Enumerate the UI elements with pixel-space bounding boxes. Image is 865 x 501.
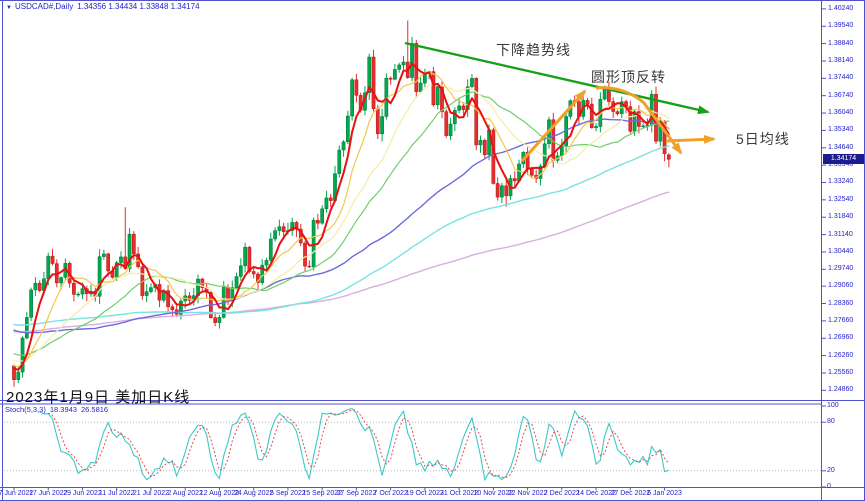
annotation-roundtop-label: 圆形顶反转 [591,67,666,87]
date-axis-label: 5 Sep 2022 [270,490,306,497]
symbol-timeframe-label: USDCAD#,Daily [15,2,73,11]
price-axis-label: 1.29740 [828,265,853,272]
date-axis-label: 21 Jul 2022 [133,490,169,497]
date-axis-label: 17 Jun 2022 [29,490,68,497]
chart-date-note: 2023年1月9日 美加日K线 [6,386,190,407]
price-axis-label: 1.39540 [828,22,853,29]
price-axis-label: 1.38840 [828,40,853,47]
price-axis-label: 1.35340 [828,126,853,133]
annotation-ma5-label: 5日均线 [736,129,790,149]
quote-ohlc-values: 1.34356 1.34434 1.33848 1.34174 [77,2,199,11]
price-axis-label: 1.33240 [828,178,853,185]
current-price-badge: 1.34174 [823,154,864,164]
stoch-scale-label: 20 [827,467,835,474]
price-axis-label: 1.36040 [828,109,853,116]
collapse-triangle-icon[interactable]: ▼ [6,5,12,11]
date-axis-label: 24 Aug 2022 [234,490,273,497]
price-axis-label: 1.27660 [828,317,853,324]
price-axis-label: 1.31140 [828,231,853,238]
price-axis-label: 1.32540 [828,196,853,203]
chart-header-quote: ▼USDCAD#,Daily 1.34356 1.34434 1.33848 1.… [6,2,204,11]
price-axis-label: 1.40240 [828,5,853,12]
price-axis-label: 1.31840 [828,213,853,220]
stoch-scale-label: 80 [827,418,835,425]
date-axis-label: 6 Jan 2023 [647,490,682,497]
date-axis-label: 22 Nov 2022 [508,490,548,497]
price-axis-label: 1.26260 [828,352,853,359]
price-axis-label: 1.24860 [828,386,853,393]
date-axis-label: 27 Sep 2022 [337,490,377,497]
price-axis-label: 1.30440 [828,248,853,255]
price-axis-label: 1.26960 [828,334,853,341]
date-axis-label: 29 Jun 2022 [63,490,102,497]
date-axis-label: 2 Aug 2022 [167,490,202,497]
price-axis-label: 1.36740 [828,92,853,99]
date-axis-label: 31 Oct 2022 [440,490,478,497]
price-axis-label: 1.37440 [828,74,853,81]
date-axis-label: 11 Jul 2022 [99,490,135,497]
mt4-chart-window: ▼USDCAD#,Daily 1.34356 1.34434 1.33848 1.… [0,0,865,501]
date-axis-label: 7 Oct 2022 [374,490,408,497]
date-axis-label: 27 Dec 2022 [610,490,650,497]
annotation-downtrend-label: 下降趋势线 [496,40,571,60]
price-axis-label: 1.28360 [828,300,853,307]
price-axis-label: 1.34640 [828,144,853,151]
price-axis-label: 1.25560 [828,369,853,376]
stoch-scale-label: 100 [827,402,839,409]
main-chart-canvas[interactable] [0,0,865,501]
date-axis-label: 2 Dec 2022 [544,490,580,497]
price-axis-label: 1.29060 [828,282,853,289]
date-axis-label: 19 Oct 2022 [406,490,444,497]
price-axis-label: 1.38140 [828,57,853,64]
stoch-scale-label: 0 [827,483,831,490]
